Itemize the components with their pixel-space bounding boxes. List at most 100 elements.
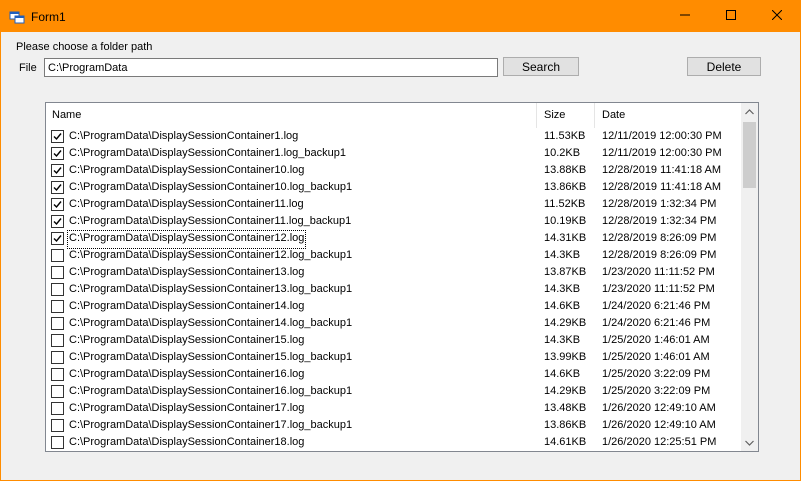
file-date-cell: 1/26/2020 12:49:10 AM <box>602 402 716 414</box>
scroll-down-button[interactable] <box>741 434 758 451</box>
delete-button[interactable]: Delete <box>687 57 761 76</box>
file-date-cell: 12/28/2019 11:41:18 AM <box>602 181 722 193</box>
chevron-down-icon <box>745 437 754 449</box>
file-date-cell: 1/23/2020 11:11:52 PM <box>602 283 715 295</box>
file-date-cell: 1/24/2020 6:21:46 PM <box>602 300 711 312</box>
file-size-cell: 11.52KB <box>544 198 586 210</box>
file-size-cell: 13.99KB <box>544 351 587 363</box>
minimize-button[interactable] <box>662 1 708 32</box>
list-item[interactable]: C:\ProgramData\DisplaySessionContainer12… <box>46 230 729 249</box>
list-item[interactable]: C:\ProgramData\DisplaySessionContainer15… <box>46 333 729 350</box>
row-checkbox[interactable] <box>51 181 64 194</box>
file-name-cell: C:\ProgramData\DisplaySessionContainer18… <box>69 436 305 448</box>
file-name-cell: C:\ProgramData\DisplaySessionContainer12… <box>69 249 353 261</box>
file-size-cell: 10.19KB <box>544 215 587 227</box>
list-item[interactable]: C:\ProgramData\DisplaySessionContainer15… <box>46 350 729 367</box>
list-item[interactable]: C:\ProgramData\DisplaySessionContainer12… <box>46 248 729 265</box>
list-item[interactable]: C:\ProgramData\DisplaySessionContainer16… <box>46 367 729 384</box>
vertical-scrollbar[interactable] <box>741 103 758 451</box>
close-button[interactable] <box>754 1 800 32</box>
checkmark-icon <box>53 235 62 243</box>
list-item[interactable]: C:\ProgramData\DisplaySessionContainer17… <box>46 418 729 435</box>
file-name-cell: C:\ProgramData\DisplaySessionContainer17… <box>69 402 305 414</box>
file-date-cell: 1/26/2020 12:25:51 PM <box>602 436 717 448</box>
file-name-cell: C:\ProgramData\DisplaySessionContainer10… <box>69 164 305 176</box>
file-name-cell: C:\ProgramData\DisplaySessionContainer13… <box>69 266 305 278</box>
list-item[interactable]: C:\ProgramData\DisplaySessionContainer11… <box>46 197 729 214</box>
list-rows: C:\ProgramData\DisplaySessionContainer1.… <box>46 129 729 451</box>
app-window-icon <box>9 9 25 25</box>
column-header-name[interactable]: Name <box>46 103 537 128</box>
file-size-cell: 14.3KB <box>544 334 581 346</box>
row-checkbox[interactable] <box>51 249 64 262</box>
row-checkbox[interactable] <box>51 402 64 415</box>
title-bar[interactable]: Form1 <box>1 1 800 32</box>
file-date-cell: 1/24/2020 6:21:46 PM <box>602 317 711 329</box>
row-checkbox[interactable] <box>51 215 64 228</box>
file-name-cell: C:\ProgramData\DisplaySessionContainer16… <box>69 368 305 380</box>
file-name-cell: C:\ProgramData\DisplaySessionContainer11… <box>69 215 352 227</box>
file-size-cell: 14.3KB <box>544 283 581 295</box>
list-item[interactable]: C:\ProgramData\DisplaySessionContainer14… <box>46 316 729 333</box>
list-item[interactable]: C:\ProgramData\DisplaySessionContainer10… <box>46 163 729 180</box>
list-item[interactable]: C:\ProgramData\DisplaySessionContainer11… <box>46 214 729 231</box>
list-item[interactable]: C:\ProgramData\DisplaySessionContainer13… <box>46 282 729 299</box>
scroll-up-button[interactable] <box>741 103 758 120</box>
file-date-cell: 1/25/2020 1:46:01 AM <box>602 351 710 363</box>
list-item[interactable]: C:\ProgramData\DisplaySessionContainer1.… <box>46 129 729 146</box>
row-checkbox[interactable] <box>51 147 64 160</box>
file-name-cell: C:\ProgramData\DisplaySessionContainer11… <box>69 198 304 210</box>
row-checkbox[interactable] <box>51 130 64 143</box>
row-checkbox[interactable] <box>51 351 64 364</box>
row-checkbox[interactable] <box>51 368 64 381</box>
row-checkbox[interactable] <box>51 283 64 296</box>
main-window: Form1 Please choose a folder path File S… <box>0 0 801 481</box>
file-date-cell: 12/28/2019 8:26:09 PM <box>602 249 717 261</box>
file-date-cell: 12/11/2019 12:00:30 PM <box>602 130 722 142</box>
list-item[interactable]: C:\ProgramData\DisplaySessionContainer18… <box>46 435 729 451</box>
file-name-cell: C:\ProgramData\DisplaySessionContainer10… <box>69 181 353 193</box>
row-checkbox[interactable] <box>51 334 64 347</box>
file-size-cell: 14.3KB <box>544 249 581 261</box>
file-name-cell: C:\ProgramData\DisplaySessionContainer17… <box>69 419 353 431</box>
row-checkbox[interactable] <box>51 164 64 177</box>
maximize-button[interactable] <box>708 1 754 32</box>
file-size-cell: 14.31KB <box>544 232 587 244</box>
row-checkbox[interactable] <box>51 385 64 398</box>
file-name-cell: C:\ProgramData\DisplaySessionContainer14… <box>69 300 305 312</box>
row-checkbox[interactable] <box>51 436 64 449</box>
list-item[interactable]: C:\ProgramData\DisplaySessionContainer16… <box>46 384 729 401</box>
row-checkbox[interactable] <box>51 419 64 432</box>
minimize-icon <box>680 10 690 23</box>
file-label: File <box>19 62 37 74</box>
row-checkbox[interactable] <box>51 232 64 245</box>
folder-path-input[interactable] <box>44 58 498 77</box>
file-name-cell: C:\ProgramData\DisplaySessionContainer12… <box>66 230 307 249</box>
chevron-up-icon <box>745 106 754 118</box>
list-item[interactable]: C:\ProgramData\DisplaySessionContainer17… <box>46 401 729 418</box>
file-date-cell: 1/26/2020 12:49:10 AM <box>602 419 716 431</box>
row-checkbox[interactable] <box>51 300 64 313</box>
row-checkbox[interactable] <box>51 317 64 330</box>
file-date-cell: 12/11/2019 12:00:30 PM <box>602 147 722 159</box>
file-size-cell: 14.6KB <box>544 300 581 312</box>
checkmark-icon <box>53 201 62 209</box>
file-size-cell: 11.53KB <box>544 130 586 142</box>
file-name-cell: C:\ProgramData\DisplaySessionContainer1.… <box>69 130 299 142</box>
column-header-date[interactable]: Date <box>596 103 729 128</box>
file-name-cell: C:\ProgramData\DisplaySessionContainer15… <box>69 351 353 363</box>
search-button[interactable]: Search <box>503 57 579 76</box>
checkmark-icon <box>53 150 62 158</box>
file-size-cell: 14.29KB <box>544 385 587 397</box>
list-item[interactable]: C:\ProgramData\DisplaySessionContainer14… <box>46 299 729 316</box>
column-header-size[interactable]: Size <box>538 103 595 128</box>
maximize-icon <box>726 10 736 23</box>
list-item[interactable]: C:\ProgramData\DisplaySessionContainer13… <box>46 265 729 282</box>
scrollbar-thumb[interactable] <box>743 122 756 188</box>
file-size-cell: 13.88KB <box>544 164 587 176</box>
list-item[interactable]: C:\ProgramData\DisplaySessionContainer10… <box>46 180 729 197</box>
row-checkbox[interactable] <box>51 198 64 211</box>
file-list[interactable]: Name Size Date C:\ProgramData\DisplaySes… <box>45 102 759 452</box>
row-checkbox[interactable] <box>51 266 64 279</box>
list-item[interactable]: C:\ProgramData\DisplaySessionContainer1.… <box>46 146 729 163</box>
